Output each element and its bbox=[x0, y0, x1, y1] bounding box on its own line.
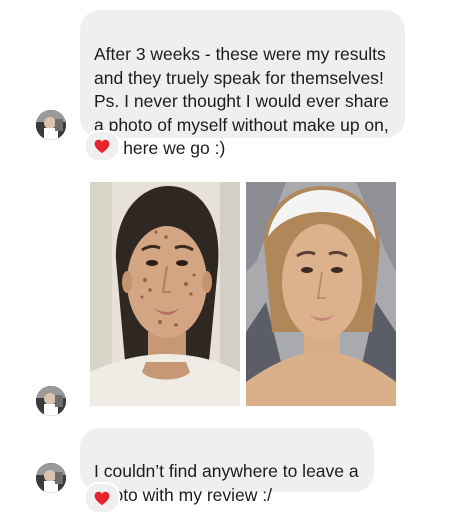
avatar-image bbox=[36, 110, 66, 140]
sender-avatar[interactable] bbox=[36, 463, 66, 493]
avatar-image bbox=[36, 463, 66, 493]
heart-reaction[interactable] bbox=[84, 130, 120, 162]
message-text: After 3 weeks - these were my results an… bbox=[94, 44, 389, 159]
before-photo-image bbox=[90, 182, 240, 406]
avatar-image bbox=[36, 386, 66, 416]
message-bubble[interactable]: After 3 weeks - these were my results an… bbox=[80, 10, 405, 158]
before-photo[interactable] bbox=[90, 182, 240, 406]
heart-reaction[interactable] bbox=[84, 482, 120, 514]
message-text: I couldn’t find anywhere to leave a phot… bbox=[94, 461, 359, 505]
after-photo[interactable] bbox=[246, 182, 396, 406]
sender-avatar[interactable] bbox=[36, 386, 66, 416]
heart-icon bbox=[94, 491, 110, 505]
after-photo-image bbox=[246, 182, 396, 406]
message-bubble[interactable]: I couldn’t find anywhere to leave a phot… bbox=[80, 428, 374, 505]
heart-icon bbox=[94, 139, 110, 153]
sender-avatar[interactable] bbox=[36, 110, 66, 140]
